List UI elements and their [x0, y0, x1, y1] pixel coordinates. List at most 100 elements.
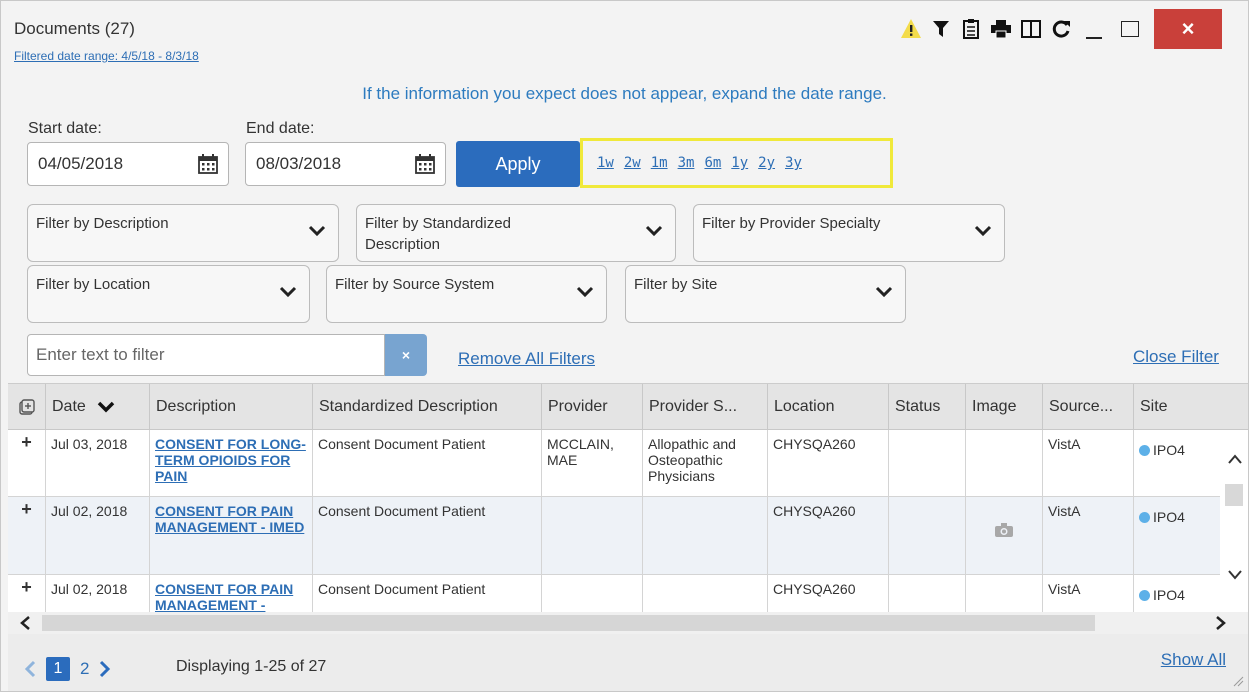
col-location[interactable]: Location — [768, 384, 889, 430]
range-1m[interactable]: 1m — [651, 155, 668, 171]
scroll-up-icon[interactable] — [1228, 454, 1242, 464]
remove-all-filters-link[interactable]: Remove All Filters — [458, 349, 595, 369]
col-provider[interactable]: Provider — [542, 384, 643, 430]
col-provider-specialty[interactable]: Provider S... — [643, 384, 768, 430]
filter-location[interactable]: Filter by Location — [27, 265, 310, 323]
filter-provider-specialty[interactable]: Filter by Provider Specialty — [693, 204, 1005, 262]
range-1w[interactable]: 1w — [597, 155, 614, 171]
camera-icon[interactable] — [995, 523, 1013, 537]
row-date: Jul 02, 2018 — [46, 575, 150, 615]
range-6m[interactable]: 6m — [704, 155, 721, 171]
expand-row-icon[interactable]: + — [8, 575, 46, 615]
chevron-down-icon — [279, 286, 297, 298]
close-filter-link[interactable]: Close Filter — [1133, 347, 1219, 367]
print-icon[interactable] — [986, 13, 1016, 45]
chevron-down-icon — [576, 286, 594, 298]
row-site-label: IPO4 — [1153, 587, 1185, 603]
row-specialty — [643, 575, 768, 615]
date-range-info: If the information you expect does not a… — [362, 84, 887, 103]
filter-description-label: Filter by Description — [36, 215, 169, 232]
scroll-right-icon[interactable] — [1216, 616, 1226, 630]
calendar-icon[interactable] — [415, 154, 435, 174]
description-link[interactable]: CONSENT FOR PAIN MANAGEMENT - IMED — [155, 503, 304, 535]
description-link[interactable]: CONSENT FOR LONG-TERM OPIOIDS FOR PAIN — [155, 436, 306, 484]
expand-row-icon[interactable]: + — [8, 497, 46, 574]
table-row[interactable]: + Jul 02, 2018 CONSENT FOR PAIN MANAGEME… — [8, 575, 1220, 615]
refresh-icon[interactable] — [1046, 13, 1076, 45]
expand-all-icon[interactable] — [8, 384, 46, 430]
maximize-button[interactable] — [1112, 13, 1148, 45]
vertical-scrollbar[interactable] — [1220, 430, 1248, 612]
window-title: Documents (27) — [14, 19, 135, 38]
expand-row-icon[interactable]: + — [8, 430, 46, 496]
prev-page-icon[interactable] — [24, 660, 36, 678]
filter-standardized-label: Filter by Standardized Description — [365, 215, 511, 253]
col-standardized-description[interactable]: Standardized Description — [313, 384, 542, 430]
chevron-down-icon — [308, 225, 326, 237]
col-status[interactable]: Status — [889, 384, 966, 430]
row-provider: MCCLAIN, MAE — [542, 430, 643, 496]
start-date-value: 04/05/2018 — [38, 154, 124, 173]
minimize-button[interactable] — [1076, 13, 1112, 45]
col-description[interactable]: Description — [150, 384, 313, 430]
page-2-button[interactable]: 2 — [80, 659, 89, 679]
apply-button[interactable]: Apply — [456, 141, 580, 187]
calendar-icon[interactable] — [198, 154, 218, 174]
range-2y[interactable]: 2y — [758, 155, 775, 171]
col-site[interactable]: Site — [1134, 384, 1220, 430]
row-standardized: Consent Document Patient — [313, 575, 542, 615]
documents-window: Documents (27) Filtered date range: 4/5/… — [0, 0, 1249, 692]
site-status-dot — [1139, 512, 1150, 523]
close-button[interactable]: × — [1154, 9, 1222, 49]
row-image — [966, 430, 1043, 496]
chevron-down-icon — [974, 225, 992, 237]
filter-standardized-description[interactable]: Filter by Standardized Description — [356, 204, 676, 262]
table-row[interactable]: + Jul 03, 2018 CONSENT FOR LONG-TERM OPI… — [8, 430, 1220, 497]
scroll-left-icon[interactable] — [20, 616, 30, 630]
row-provider — [542, 497, 643, 574]
row-site-label: IPO4 — [1153, 442, 1185, 458]
horizontal-scrollbar[interactable] — [8, 612, 1248, 634]
vertical-scroll-thumb[interactable] — [1225, 484, 1243, 506]
site-status-dot — [1139, 590, 1150, 601]
col-image[interactable]: Image — [966, 384, 1043, 430]
page-1-button[interactable]: 1 — [46, 657, 70, 681]
columns-icon[interactable] — [1016, 13, 1046, 45]
end-date-input[interactable]: 08/03/2018 — [245, 142, 446, 186]
filtered-range-link[interactable]: Filtered date range: 4/5/18 - 8/3/18 — [14, 49, 199, 63]
row-location: CHYSQA260 — [768, 430, 889, 496]
row-date: Jul 02, 2018 — [46, 497, 150, 574]
row-location: CHYSQA260 — [768, 575, 889, 615]
filter-icon[interactable] — [926, 13, 956, 45]
filter-source-system[interactable]: Filter by Source System — [326, 265, 607, 323]
clear-filter-button[interactable]: × — [385, 334, 427, 376]
show-all-link[interactable]: Show All — [1161, 650, 1226, 670]
range-2w[interactable]: 2w — [624, 155, 641, 171]
clipboard-icon[interactable] — [956, 13, 986, 45]
col-source-system[interactable]: Source... — [1043, 384, 1134, 430]
next-page-icon[interactable] — [99, 660, 111, 678]
start-date-input[interactable]: 04/05/2018 — [27, 142, 229, 186]
site-status-dot — [1139, 445, 1150, 456]
filter-site[interactable]: Filter by Site — [625, 265, 906, 323]
filter-site-label: Filter by Site — [634, 276, 718, 293]
displaying-count: Displaying 1-25 of 27 — [176, 658, 327, 675]
row-location: CHYSQA260 — [768, 497, 889, 574]
description-link[interactable]: CONSENT FOR PAIN MANAGEMENT - — [155, 581, 293, 613]
col-date-label: Date — [52, 398, 86, 415]
row-source: VistA — [1043, 575, 1134, 615]
col-date[interactable]: Date — [46, 384, 150, 430]
resize-grip-icon[interactable] — [1232, 675, 1244, 687]
range-1y[interactable]: 1y — [731, 155, 748, 171]
end-date-label: End date: — [246, 120, 315, 137]
row-standardized: Consent Document Patient — [313, 430, 542, 496]
horizontal-scroll-thumb[interactable] — [42, 615, 1095, 631]
range-3y[interactable]: 3y — [785, 155, 802, 171]
range-3m[interactable]: 3m — [678, 155, 695, 171]
sort-down-icon[interactable] — [96, 400, 116, 414]
scroll-down-icon[interactable] — [1228, 570, 1242, 580]
table-row[interactable]: + Jul 02, 2018 CONSENT FOR PAIN MANAGEME… — [8, 497, 1220, 575]
filter-description[interactable]: Filter by Description — [27, 204, 339, 262]
text-filter-input[interactable]: Enter text to filter — [27, 334, 385, 376]
warning-icon[interactable] — [896, 13, 926, 45]
